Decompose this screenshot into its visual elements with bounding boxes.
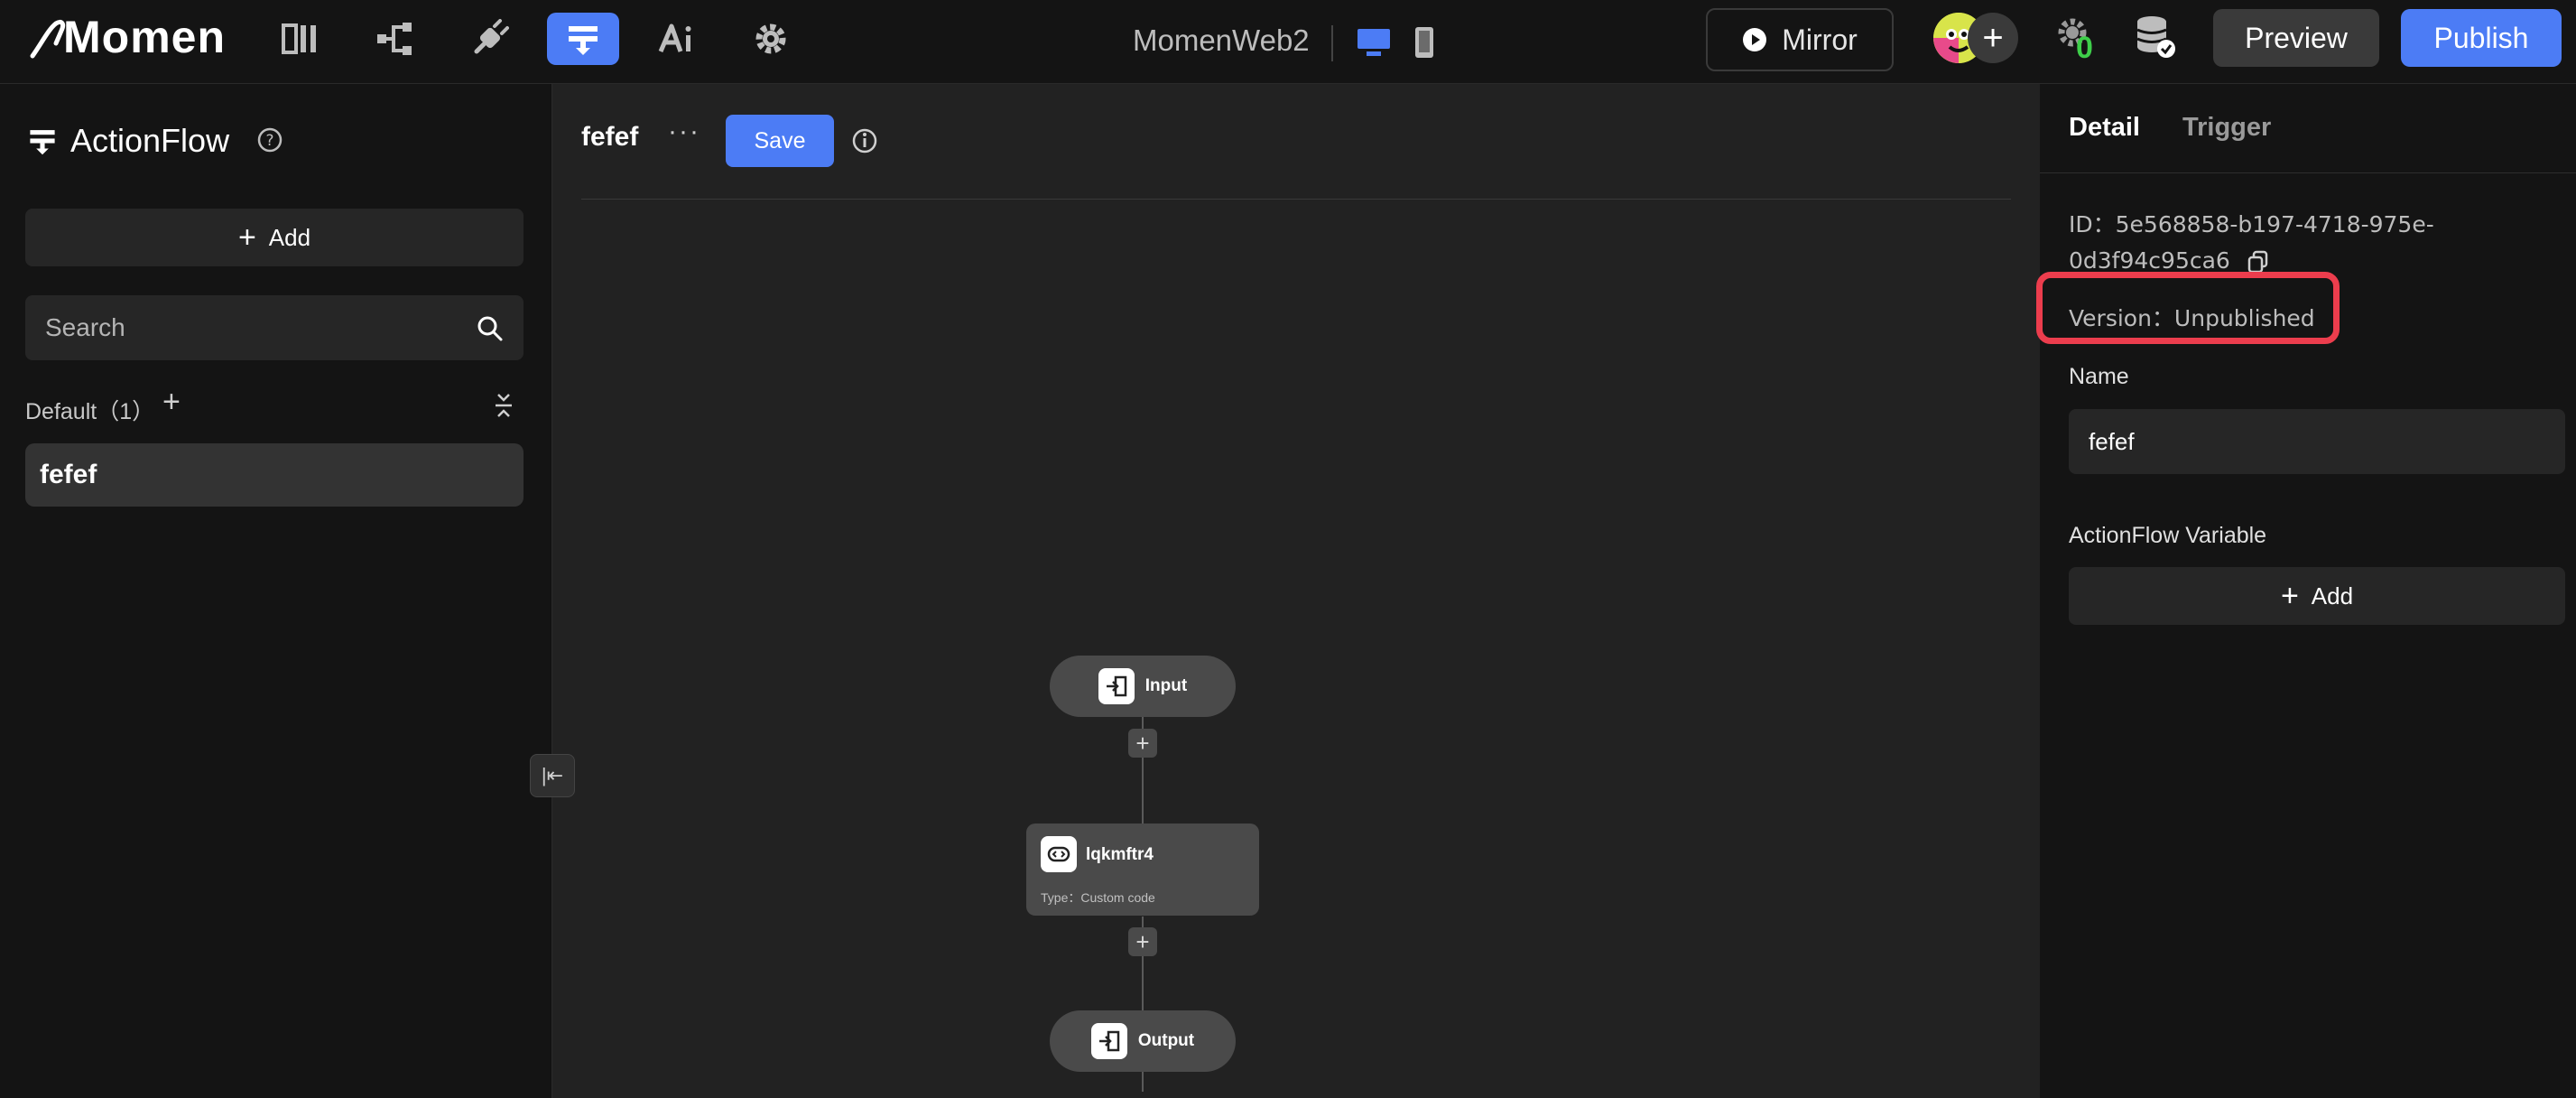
output-node[interactable]: Output: [1050, 1010, 1236, 1072]
info-icon[interactable]: [851, 127, 878, 154]
flow-name: fefef: [581, 122, 639, 152]
save-button[interactable]: Save: [726, 115, 834, 167]
search-placeholder: Search: [45, 313, 125, 341]
more-icon[interactable]: ···: [668, 116, 700, 147]
data-model-icon[interactable]: [359, 13, 431, 65]
output-node-icon: [1090, 1023, 1127, 1059]
custom-node-label: lqkmftr4: [1086, 845, 1154, 864]
add-node-button[interactable]: +: [1128, 729, 1157, 758]
add-collaborator-button[interactable]: +: [1968, 13, 2018, 63]
collapse-panel-icon[interactable]: |⇤: [530, 754, 575, 797]
preview-button[interactable]: Preview: [2213, 9, 2379, 67]
add-group-icon[interactable]: +: [162, 385, 181, 420]
name-field[interactable]: [2069, 409, 2565, 474]
input-node-label: Input: [1144, 676, 1188, 695]
left-panel: ActionFlow ? + Add Search Default（1） + f…: [0, 84, 551, 1098]
actionflow-icon[interactable]: [547, 13, 619, 65]
input-node-icon: [1098, 668, 1135, 704]
ai-icon[interactable]: [641, 13, 713, 65]
tab-trigger[interactable]: Trigger: [2182, 113, 2271, 143]
add-variable-button[interactable]: + Add: [2069, 567, 2565, 625]
input-node[interactable]: Input: [1050, 656, 1236, 717]
search-icon[interactable]: [477, 315, 504, 342]
tab-divider: [2040, 172, 2576, 173]
collapse-group-icon[interactable]: [493, 393, 514, 418]
mobile-view-icon[interactable]: [1413, 25, 1435, 64]
output-node-label: Output: [1137, 1031, 1195, 1050]
settings-icon[interactable]: [735, 13, 807, 65]
list-item[interactable]: fefef: [25, 443, 524, 507]
top-toolbar: Momen MomenWeb2 Mirror + 0 Preview Publi…: [0, 0, 2576, 84]
add-actionflow-button[interactable]: + Add: [25, 209, 524, 266]
group-label: Default（1）: [25, 399, 155, 424]
plus-icon: +: [2280, 579, 2299, 613]
actionflow-id: ID：5e568858-b197-4718-975e-0d3f94c95ca6: [2069, 207, 2502, 279]
right-panel: Detail Trigger ID：5e568858-b197-4718-975…: [2036, 84, 2576, 1098]
panel-title: ActionFlow: [70, 122, 230, 159]
custom-code-node[interactable]: lqkmftr4 Type：Custom code: [1026, 824, 1259, 916]
add-label: Add: [2311, 582, 2354, 609]
list-item-label: fefef: [40, 460, 97, 489]
mirror-button[interactable]: Mirror: [1706, 8, 1894, 71]
variable-label: ActionFlow Variable: [2069, 523, 2267, 548]
mirror-label: Mirror: [1782, 23, 1858, 56]
svg-text:?: ?: [265, 132, 273, 150]
add-label: Add: [268, 223, 311, 251]
name-label: Name: [2069, 364, 2129, 389]
copy-icon[interactable]: [2247, 250, 2270, 274]
plus-icon: +: [237, 220, 256, 255]
play-icon: [1743, 28, 1767, 51]
actionflow-icon: [30, 130, 55, 155]
database-status-icon[interactable]: [2134, 14, 2177, 64]
add-node-button[interactable]: +: [1128, 927, 1157, 956]
logo-text: Momen: [63, 12, 226, 62]
project-name: MomenWeb2: [1133, 23, 1310, 57]
code-node-icon: [1041, 836, 1077, 872]
layout-icon[interactable]: [264, 13, 337, 65]
version-status: Version：Unpublished: [2069, 305, 2315, 331]
desktop-view-icon[interactable]: [1356, 27, 1392, 62]
tab-detail[interactable]: Detail: [2069, 113, 2140, 143]
divider: [1331, 25, 1333, 61]
publish-button[interactable]: Publish: [2401, 9, 2562, 67]
flow-canvas[interactable]: fefef ··· Save Input + lqkmftr4 Type：Cus…: [551, 84, 2041, 1098]
notification-count: 0: [2076, 31, 2093, 65]
plugin-icon[interactable]: [453, 13, 525, 65]
search-input[interactable]: Search: [25, 295, 524, 360]
custom-node-type: Type：Custom code: [1041, 890, 1155, 905]
help-icon[interactable]: ?: [256, 126, 283, 154]
canvas-divider: [581, 199, 2011, 200]
